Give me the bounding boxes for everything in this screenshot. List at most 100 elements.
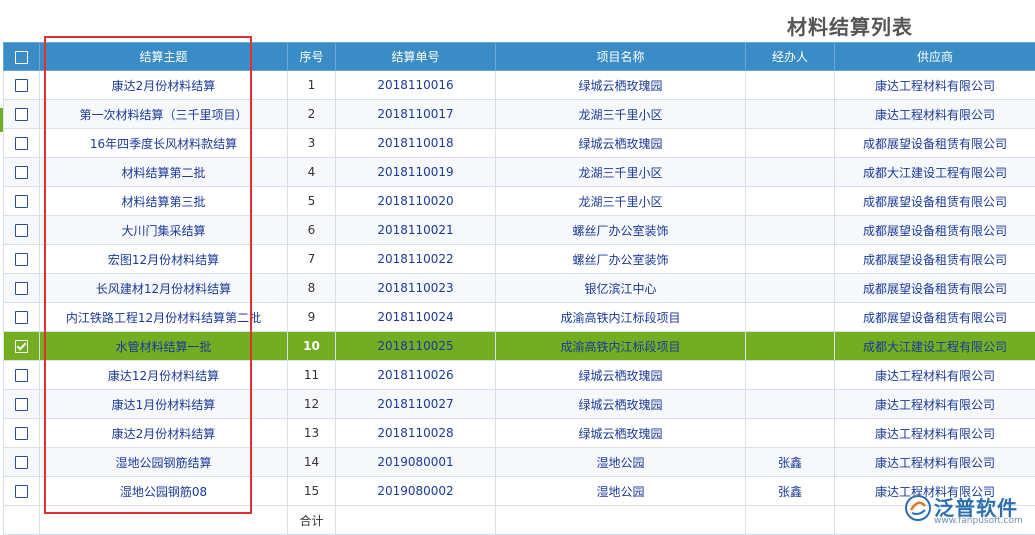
cell-project: 湿地公园 xyxy=(495,447,746,477)
row-checkbox[interactable] xyxy=(15,282,28,295)
brand-logo-icon xyxy=(905,495,931,521)
row-checkbox-cell[interactable] xyxy=(3,128,40,158)
cell-subject[interactable]: 内江铁路工程12月份材料结算第二批 xyxy=(39,302,288,332)
table-row[interactable]: 内江铁路工程12月份材料结算第二批 9 2018110024 成渝高铁内江标段项目 成都… xyxy=(3,302,1035,332)
column-header-project[interactable]: 项目名称 xyxy=(495,42,746,71)
cell-supplier: 成都展望设备租赁有限公司 xyxy=(834,244,1035,274)
cell-subject[interactable]: 长风建材12月份材料结算 xyxy=(39,273,288,303)
row-checkbox[interactable] xyxy=(15,427,28,440)
table-row[interactable]: 康达1月份材料结算 12 2018110027 绿城云栖玫瑰园 康达工程材料有限公司 xyxy=(3,389,1035,419)
row-checkbox-cell[interactable] xyxy=(3,418,40,448)
table-row[interactable]: 水管材料结算一批 10 2018110025 成渝高铁内江标段项目 成都大江建设工程有限… xyxy=(3,331,1035,361)
cell-project: 绿城云栖玫瑰园 xyxy=(495,70,746,100)
column-header-handler[interactable]: 经办人 xyxy=(745,42,835,71)
table-row[interactable]: 大川门集采结算 6 2018110021 螺丝厂办公室装饰 成都展望设备租赁有限公司 xyxy=(3,215,1035,245)
cell-handler xyxy=(745,273,835,303)
row-checkbox-cell[interactable] xyxy=(3,389,40,419)
table-row[interactable]: 湿地公园钢筋08 15 2019080002 湿地公园 张鑫 康达工程材料有限公司 xyxy=(3,476,1035,506)
cell-handler xyxy=(745,157,835,187)
cell-supplier: 康达工程材料有限公司 xyxy=(834,99,1035,129)
cell-number: 2018110027 xyxy=(335,389,496,419)
row-checkbox-cell[interactable] xyxy=(3,476,40,506)
cell-number: 2018110016 xyxy=(335,70,496,100)
column-header-seq[interactable]: 序号 xyxy=(287,42,336,71)
table-row[interactable]: 康达2月份材料结算 13 2018110028 绿城云栖玫瑰园 康达工程材料有限公司 xyxy=(3,418,1035,448)
cell-handler xyxy=(745,389,835,419)
row-checkbox[interactable] xyxy=(15,485,28,498)
table-row[interactable]: 16年四季度长风材料款结算 3 2018110018 绿城云栖玫瑰园 成都展望设备租赁有… xyxy=(3,128,1035,158)
total-empty-cell xyxy=(3,505,40,535)
cell-number: 2018110025 xyxy=(335,331,496,361)
row-checkbox-cell[interactable] xyxy=(3,447,40,477)
brand-watermark: 泛普软件 www.fanpusoft.com xyxy=(904,490,1032,532)
row-checkbox-cell[interactable] xyxy=(3,186,40,216)
total-empty-cell xyxy=(745,505,835,535)
column-header-subject[interactable]: 结算主题 xyxy=(39,42,288,71)
cell-subject[interactable]: 16年四季度长风材料款结算 xyxy=(39,128,288,158)
cell-subject[interactable]: 湿地公园钢筋08 xyxy=(39,476,288,506)
cell-subject[interactable]: 材料结算第二批 xyxy=(39,157,288,187)
cell-subject[interactable]: 第一次材料结算（三千里项目） xyxy=(39,99,288,129)
cell-subject[interactable]: 大川门集采结算 xyxy=(39,215,288,245)
cell-handler xyxy=(745,99,835,129)
row-checkbox-cell[interactable] xyxy=(3,70,40,100)
cell-subject[interactable]: 材料结算第三批 xyxy=(39,186,288,216)
row-checkbox[interactable] xyxy=(15,311,28,324)
select-all-checkbox[interactable] xyxy=(15,50,28,64)
table-header-row: 结算主题 序号 结算单号 项目名称 经办人 供应商 xyxy=(3,42,1035,71)
total-label: 合计 xyxy=(287,505,336,535)
row-checkbox[interactable] xyxy=(15,166,28,179)
cell-supplier: 成都展望设备租赁有限公司 xyxy=(834,128,1035,158)
table-row[interactable]: 康达2月份材料结算 1 2018110016 绿城云栖玫瑰园 康达工程材料有限公司 xyxy=(3,70,1035,100)
cell-project: 龙湖三千里小区 xyxy=(495,186,746,216)
cell-subject[interactable]: 水管材料结算一批 xyxy=(39,331,288,361)
cell-subject[interactable]: 康达2月份材料结算 xyxy=(39,418,288,448)
row-checkbox-cell[interactable] xyxy=(3,360,40,390)
column-header-supplier[interactable]: 供应商 xyxy=(834,42,1035,71)
cell-subject[interactable]: 康达2月份材料结算 xyxy=(39,70,288,100)
cell-subject[interactable]: 湿地公园钢筋结算 xyxy=(39,447,288,477)
row-checkbox-cell[interactable] xyxy=(3,215,40,245)
cell-number: 2018110021 xyxy=(335,215,496,245)
row-checkbox[interactable] xyxy=(15,340,28,353)
table-row[interactable]: 宏图12月份材料结算 7 2018110022 螺丝厂办公室装饰 成都展望设备租赁有限公… xyxy=(3,244,1035,274)
row-checkbox[interactable] xyxy=(15,253,28,266)
row-checkbox[interactable] xyxy=(15,79,28,92)
row-checkbox[interactable] xyxy=(15,398,28,411)
row-checkbox-cell[interactable] xyxy=(3,331,40,361)
table-row[interactable]: 材料结算第三批 5 2018110020 龙湖三千里小区 成都展望设备租赁有限公司 xyxy=(3,186,1035,216)
cell-handler xyxy=(745,418,835,448)
cell-seq: 15 xyxy=(287,476,336,506)
table-row[interactable]: 材料结算第二批 4 2018110019 龙湖三千里小区 成都大江建设工程有限公司 xyxy=(3,157,1035,187)
row-checkbox-cell[interactable] xyxy=(3,302,40,332)
cell-handler xyxy=(745,186,835,216)
table-row[interactable]: 长风建材12月份材料结算 8 2018110023 银亿滨江中心 成都展望设备租赁有限公… xyxy=(3,273,1035,303)
cell-project: 绿城云栖玫瑰园 xyxy=(495,128,746,158)
cell-seq: 14 xyxy=(287,447,336,477)
cell-subject[interactable]: 康达12月份材料结算 xyxy=(39,360,288,390)
cell-project: 龙湖三千里小区 xyxy=(495,99,746,129)
cell-number: 2019080001 xyxy=(335,447,496,477)
column-header-number[interactable]: 结算单号 xyxy=(335,42,496,71)
row-checkbox-cell[interactable] xyxy=(3,157,40,187)
row-checkbox[interactable] xyxy=(15,108,28,121)
cell-number: 2018110017 xyxy=(335,99,496,129)
row-checkbox[interactable] xyxy=(15,137,28,150)
cell-subject[interactable]: 康达1月份材料结算 xyxy=(39,389,288,419)
table-row[interactable]: 康达12月份材料结算 11 2018110026 绿城云栖玫瑰园 康达工程材料有限公司 xyxy=(3,360,1035,390)
table-row[interactable]: 湿地公园钢筋结算 14 2019080001 湿地公园 张鑫 康达工程材料有限公司 xyxy=(3,447,1035,477)
cell-number: 2018110023 xyxy=(335,273,496,303)
row-checkbox[interactable] xyxy=(15,224,28,237)
row-checkbox-cell[interactable] xyxy=(3,244,40,274)
row-checkbox[interactable] xyxy=(15,369,28,382)
cell-subject[interactable]: 宏图12月份材料结算 xyxy=(39,244,288,274)
row-checkbox[interactable] xyxy=(15,195,28,208)
row-checkbox-cell[interactable] xyxy=(3,99,40,129)
row-checkbox-cell[interactable] xyxy=(3,273,40,303)
cell-number: 2018110026 xyxy=(335,360,496,390)
cell-handler xyxy=(745,70,835,100)
select-all-checkbox-cell[interactable] xyxy=(3,42,40,71)
table-row[interactable]: 第一次材料结算（三千里项目） 2 2018110017 龙湖三千里小区 康达工程材料有限… xyxy=(3,99,1035,129)
cell-supplier: 康达工程材料有限公司 xyxy=(834,360,1035,390)
row-checkbox[interactable] xyxy=(15,456,28,469)
